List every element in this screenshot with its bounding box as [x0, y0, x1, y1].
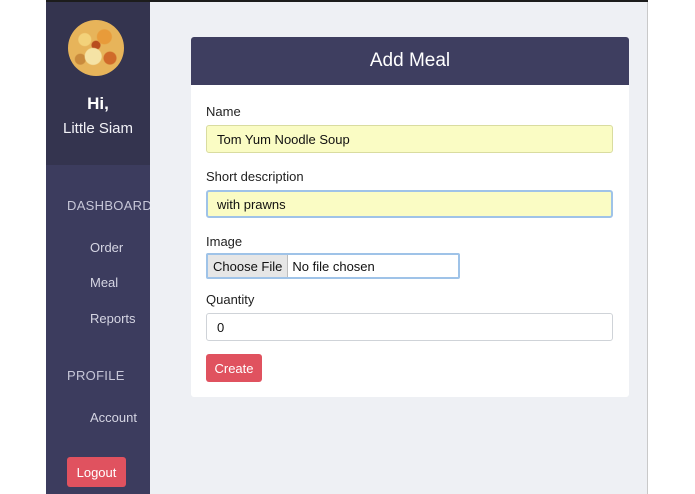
choose-file-button[interactable]: Choose File: [208, 255, 289, 277]
greeting-text: Hi,: [87, 94, 109, 113]
image-label: Image: [206, 234, 243, 249]
description-label: Short description: [206, 169, 304, 184]
name-label: Name: [206, 104, 241, 119]
sidebar-profile-header: Hi, Little Siam: [46, 2, 150, 165]
create-button[interactable]: Create: [206, 354, 262, 382]
section-title-dashboard: DASHBOARD: [67, 198, 153, 213]
sidebar: Hi, Little Siam DASHBOARD Order Meal Rep…: [46, 2, 153, 494]
main-content: Add Meal Name Tom Yum Noodle Soup Short …: [150, 2, 648, 494]
sidebar-item-order[interactable]: Order: [90, 240, 123, 255]
sidebar-item-meal[interactable]: Meal: [90, 275, 118, 290]
section-title-profile: PROFILE: [67, 368, 125, 383]
quantity-field[interactable]: 0: [206, 313, 613, 341]
image-file-input[interactable]: Choose File No file chosen: [206, 253, 460, 279]
sidebar-item-account[interactable]: Account: [90, 410, 137, 425]
description-value: with prawns: [217, 196, 286, 212]
card-title: Add Meal: [191, 37, 629, 85]
no-file-text: No file chosen: [292, 258, 375, 274]
logout-button[interactable]: Logout: [67, 457, 126, 487]
quantity-value: 0: [217, 319, 225, 335]
user-name: Little Siam: [62, 120, 134, 137]
description-field[interactable]: with prawns: [206, 190, 613, 218]
sidebar-item-reports[interactable]: Reports: [90, 311, 136, 326]
quantity-label: Quantity: [206, 292, 255, 307]
right-border: [647, 2, 648, 494]
name-field[interactable]: Tom Yum Noodle Soup: [206, 125, 613, 153]
add-meal-card: Add Meal Name Tom Yum Noodle Soup Short …: [191, 37, 629, 397]
avatar: [68, 20, 124, 76]
name-value: Tom Yum Noodle Soup: [217, 131, 350, 147]
